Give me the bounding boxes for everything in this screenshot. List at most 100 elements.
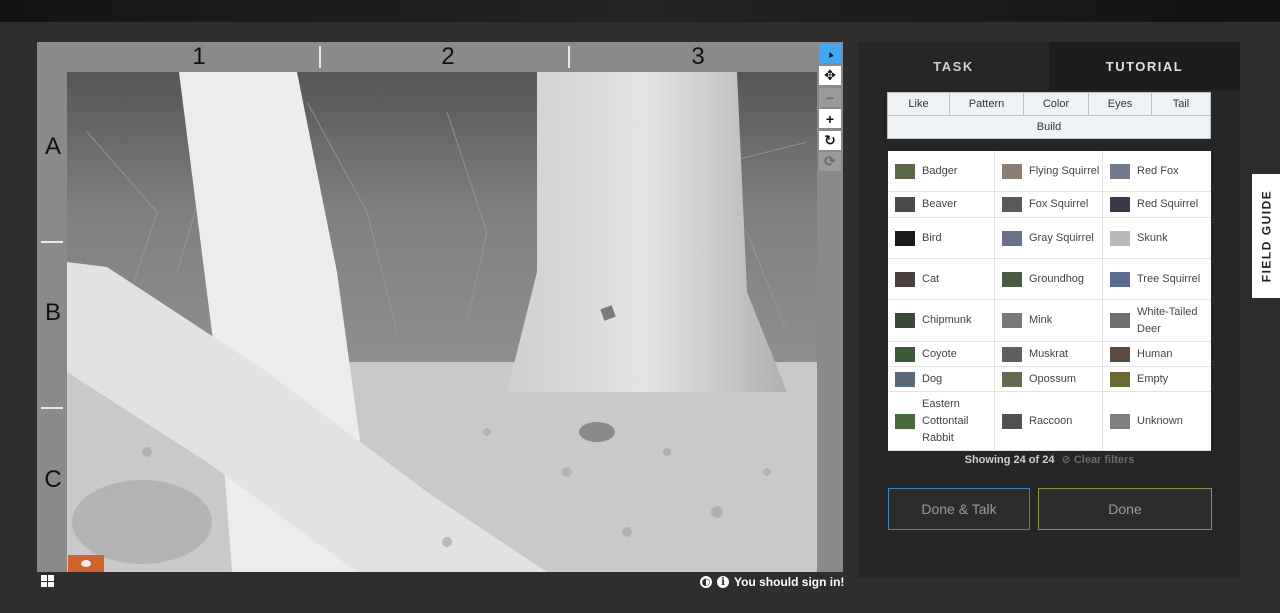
eye-icon (81, 560, 91, 567)
reset-button[interactable]: ⟳ (819, 152, 841, 171)
species-label: Muskrat (1029, 347, 1069, 360)
species-label: Eastern Cottontail Rabbit (922, 397, 969, 444)
grid-row-label-a: A (44, 133, 61, 160)
field-guide-tab[interactable]: FIELD GUIDE (1252, 174, 1280, 298)
species-thumbnail (1002, 313, 1022, 328)
species-choice[interactable]: Fox Squirrel (995, 192, 1103, 218)
species-thumbnail (895, 197, 915, 212)
hide-subject-button[interactable] (68, 555, 104, 572)
species-label: Skunk (1137, 231, 1168, 244)
filter-color[interactable]: Color (1023, 92, 1089, 116)
species-label: Unknown (1137, 414, 1183, 427)
species-label: Empty (1137, 372, 1169, 385)
task-tabs: TASK TUTORIAL (858, 42, 1240, 90)
species-thumbnail (895, 163, 915, 179)
grid-row-divider (41, 407, 63, 409)
frame-grid-icon[interactable] (41, 575, 54, 587)
species-thumbnail (1002, 197, 1022, 212)
species-choice[interactable]: Flying Squirrel (995, 151, 1103, 192)
species-choice[interactable]: Groundhog (995, 259, 1103, 300)
species-thumbnail (1110, 197, 1130, 212)
species-choice[interactable]: Eastern Cottontail Rabbit (888, 392, 995, 451)
species-label: Coyote (922, 347, 957, 360)
zoom-in-button[interactable]: + (819, 109, 841, 128)
species-choice[interactable]: Gray Squirrel (995, 218, 1103, 259)
results-count: Showing 24 of 24 ⊘ Clear filters (888, 453, 1211, 466)
species-choice[interactable]: Mink (995, 300, 1103, 342)
minus-icon: − (825, 89, 835, 106)
species-thumbnail (895, 371, 915, 387)
species-thumbnail (895, 313, 915, 328)
species-choice[interactable]: Unknown (1103, 392, 1211, 451)
species-choice[interactable]: Opossum (995, 367, 1103, 392)
species-choice[interactable]: Beaver (888, 192, 995, 218)
subject-viewer: 1 2 3 A B C (37, 42, 817, 572)
species-label: Cat (922, 272, 940, 285)
species-choice[interactable]: Dog (888, 367, 995, 392)
filter-like[interactable]: Like (887, 92, 950, 116)
contrast-icon[interactable]: ◐ (700, 576, 712, 588)
species-label: Fox Squirrel (1029, 198, 1089, 210)
move-tool-button[interactable]: ✥ (819, 66, 841, 85)
pointer-tool-button[interactable]: ▲ (819, 44, 841, 63)
grid-row-label-c: C (44, 466, 62, 493)
species-thumbnail (1002, 163, 1022, 179)
species-choice[interactable]: Red Squirrel (1103, 192, 1211, 218)
grid-column-label-1: 1 (192, 43, 206, 70)
subject-image[interactable] (67, 72, 817, 572)
grid-column-divider (568, 46, 570, 68)
filter-pattern[interactable]: Pattern (949, 92, 1024, 116)
species-label: Human (1137, 347, 1173, 360)
species-label: Mink (1029, 314, 1053, 326)
species-thumbnail (1110, 346, 1130, 362)
species-thumbnail (1110, 271, 1130, 287)
species-thumbnail (1110, 230, 1130, 246)
species-label: Beaver (922, 198, 957, 210)
species-choice[interactable]: White-Tailed Deer (1103, 300, 1211, 342)
species-choice[interactable]: Chipmunk (888, 300, 995, 342)
tab-task[interactable]: TASK (858, 42, 1049, 90)
species-choice[interactable]: Raccoon (995, 392, 1103, 451)
filter-eyes[interactable]: Eyes (1088, 92, 1152, 116)
species-choice[interactable]: Tree Squirrel (1103, 259, 1211, 300)
species-choice[interactable]: Coyote (888, 342, 995, 367)
species-thumbnail (1002, 271, 1022, 287)
camera-trap-photo (67, 72, 817, 572)
species-choice[interactable]: Cat (888, 259, 995, 300)
filter-tail[interactable]: Tail (1151, 92, 1211, 116)
species-label: Chipmunk (922, 314, 972, 326)
species-label: Raccoon (1029, 414, 1073, 427)
species-thumbnail (895, 346, 915, 362)
species-thumbnail (1110, 371, 1130, 387)
field-guide-label: FIELD GUIDE (1259, 189, 1274, 283)
species-thumbnail (1110, 313, 1130, 328)
species-choice[interactable]: Empty (1103, 367, 1211, 392)
species-thumbnail (1002, 230, 1022, 246)
task-panel: TASK TUTORIAL Like Pattern Color Eyes Ta… (858, 42, 1240, 578)
species-label: Badger (922, 164, 958, 177)
done-button[interactable]: Done (1038, 488, 1212, 530)
species-thumbnail (895, 271, 915, 287)
done-and-talk-button[interactable]: Done & Talk (888, 488, 1030, 530)
species-label: Groundhog (1029, 272, 1085, 285)
zoom-out-button[interactable]: − (819, 88, 841, 107)
grid-column-label-3: 3 (691, 43, 705, 70)
species-thumbnail (1002, 413, 1022, 429)
viewer-footer: ◐ i You should sign in! (700, 573, 844, 591)
species-choice[interactable]: Bird (888, 218, 995, 259)
species-label: White-Tailed Deer (1137, 305, 1198, 335)
rotate-button[interactable]: ↻ (819, 131, 841, 150)
species-thumbnail (895, 230, 915, 246)
tab-tutorial[interactable]: TUTORIAL (1049, 42, 1240, 90)
info-icon[interactable]: i (717, 576, 729, 588)
species-label: Dog (922, 372, 943, 385)
species-thumbnail (1110, 163, 1130, 179)
species-choice[interactable]: Red Fox (1103, 151, 1211, 192)
filter-build[interactable]: Build (887, 115, 1211, 139)
species-thumbnail (1110, 413, 1130, 429)
species-choice[interactable]: Skunk (1103, 218, 1211, 259)
species-choice[interactable]: Human (1103, 342, 1211, 367)
clear-filters-link[interactable]: ⊘ Clear filters (1062, 454, 1135, 466)
species-choice[interactable]: Badger (888, 151, 995, 192)
species-choice[interactable]: Muskrat (995, 342, 1103, 367)
